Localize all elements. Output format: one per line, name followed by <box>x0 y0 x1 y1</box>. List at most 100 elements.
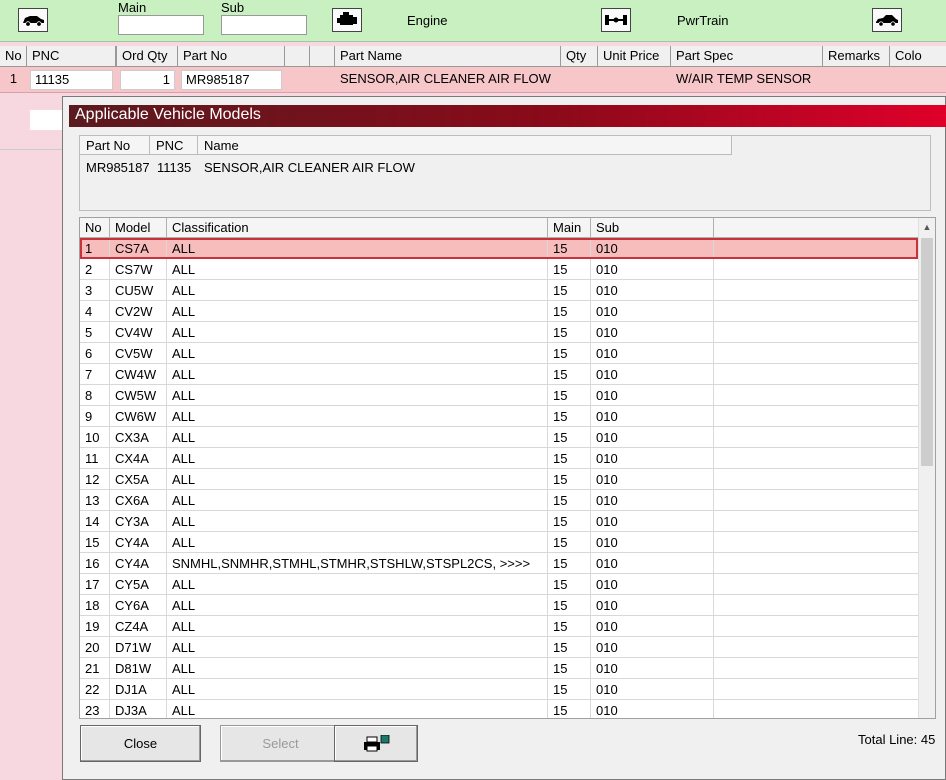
row-main: 15 <box>548 301 591 322</box>
model-row[interactable]: 13 CX6A ALL 15 010 <box>80 490 918 511</box>
row-sub: 010 <box>591 280 714 301</box>
model-row[interactable]: 2 CS7W ALL 15 010 <box>80 259 918 280</box>
row-classification: ALL <box>167 679 548 700</box>
empty-pnc-field[interactable] <box>30 110 62 130</box>
pnc-field[interactable]: 11135 <box>30 70 113 90</box>
model-row[interactable]: 8 CW5W ALL 15 010 <box>80 385 918 406</box>
col-color[interactable]: Colo <box>890 46 946 67</box>
row-sub: 010 <box>591 448 714 469</box>
col-unit-price[interactable]: Unit Price <box>598 46 671 67</box>
print-button[interactable] <box>334 725 418 762</box>
model-row[interactable]: 17 CY5A ALL 15 010 <box>80 574 918 595</box>
vertical-scrollbar[interactable]: ▲ <box>918 218 935 718</box>
car-side-icon[interactable] <box>872 8 902 32</box>
parts-grid-row[interactable]: 1 11135 1 MR985187 SENSOR,AIR CLEANER AI… <box>0 67 946 93</box>
part-spec-cell: W/AIR TEMP SENSOR <box>676 71 812 86</box>
col-part-spec[interactable]: Part Spec <box>671 46 823 67</box>
row-sub: 010 <box>591 490 714 511</box>
col-pnc[interactable]: PNC <box>27 46 116 67</box>
model-row[interactable]: 6 CV5W ALL 15 010 <box>80 343 918 364</box>
row-no: 10 <box>80 427 110 448</box>
model-row[interactable]: 22 DJ1A ALL 15 010 <box>80 679 918 700</box>
row-model: CW6W <box>110 406 167 427</box>
col-remarks[interactable]: Remarks <box>823 46 890 67</box>
select-button[interactable]: Select <box>220 725 341 762</box>
col-blank-2[interactable] <box>310 46 335 67</box>
model-row[interactable]: 3 CU5W ALL 15 010 <box>80 280 918 301</box>
col-part-name[interactable]: Part Name <box>335 46 561 67</box>
row-model: CY6A <box>110 595 167 616</box>
model-row[interactable]: 11 CX4A ALL 15 010 <box>80 448 918 469</box>
row-no: 23 <box>80 700 110 718</box>
row-model: DJ1A <box>110 679 167 700</box>
row-no: 2 <box>80 259 110 280</box>
model-row[interactable]: 21 D81W ALL 15 010 <box>80 658 918 679</box>
car-icon[interactable] <box>18 8 48 32</box>
col-sub[interactable]: Sub <box>591 218 714 238</box>
model-row[interactable]: 23 DJ3A ALL 15 010 <box>80 700 918 718</box>
col-model[interactable]: Model <box>110 218 167 238</box>
scrollbar-thumb[interactable] <box>921 238 933 466</box>
model-row[interactable]: 5 CV4W ALL 15 010 <box>80 322 918 343</box>
row-classification: ALL <box>167 259 548 280</box>
col-blank-1[interactable] <box>285 46 310 67</box>
scroll-up-icon[interactable]: ▲ <box>919 218 935 235</box>
engine-icon[interactable] <box>332 8 362 32</box>
printer-icon <box>364 734 390 751</box>
model-row[interactable]: 20 D71W ALL 15 010 <box>80 637 918 658</box>
name-value: SENSOR,AIR CLEANER AIR FLOW <box>204 160 415 175</box>
row-classification: ALL <box>167 280 548 301</box>
model-row[interactable]: 4 CV2W ALL 15 010 <box>80 301 918 322</box>
row-classification: ALL <box>167 595 548 616</box>
row-filler <box>714 448 918 469</box>
col-qty[interactable]: Qty <box>561 46 598 67</box>
row-classification: ALL <box>167 490 548 511</box>
model-row[interactable]: 1 CS7A ALL 15 010 <box>80 238 918 259</box>
model-row[interactable]: 14 CY3A ALL 15 010 <box>80 511 918 532</box>
main-input[interactable] <box>118 15 204 35</box>
row-no: 22 <box>80 679 110 700</box>
row-main: 15 <box>548 427 591 448</box>
model-row[interactable]: 15 CY4A ALL 15 010 <box>80 532 918 553</box>
row-no: 18 <box>80 595 110 616</box>
sub-input[interactable] <box>221 15 307 35</box>
col-classification[interactable]: Classification <box>167 218 548 238</box>
col-no[interactable]: No <box>0 46 27 67</box>
ord-qty-field[interactable]: 1 <box>120 70 175 90</box>
main-label: Main <box>118 0 147 15</box>
row-model: CU5W <box>110 280 167 301</box>
model-row[interactable]: 7 CW4W ALL 15 010 <box>80 364 918 385</box>
row-filler <box>714 700 918 718</box>
part-info-panel: Part No PNC Name MR985187 11135 SENSOR,A… <box>79 135 931 211</box>
axle-icon[interactable] <box>601 8 631 32</box>
model-row[interactable]: 19 CZ4A ALL 15 010 <box>80 616 918 637</box>
row-main: 15 <box>548 574 591 595</box>
col-no[interactable]: No <box>80 218 110 238</box>
row-classification: ALL <box>167 616 548 637</box>
part-no-header: Part No <box>80 136 150 155</box>
col-main[interactable]: Main <box>548 218 591 238</box>
row-main: 15 <box>548 238 591 259</box>
row-main: 15 <box>548 637 591 658</box>
row-classification: ALL <box>167 385 548 406</box>
model-row[interactable]: 18 CY6A ALL 15 010 <box>80 595 918 616</box>
part-no-field[interactable]: MR985187 <box>181 70 282 90</box>
row-model: CZ4A <box>110 616 167 637</box>
row-filler <box>714 406 918 427</box>
row-model: CY4A <box>110 532 167 553</box>
model-row[interactable]: 9 CW6W ALL 15 010 <box>80 406 918 427</box>
dialog-title: Applicable Vehicle Models <box>69 105 946 127</box>
model-row[interactable]: 16 CY4A SNMHL,SNMHR,STMHL,STMHR,STSHLW,STS… <box>80 553 918 574</box>
row-sub: 010 <box>591 469 714 490</box>
close-button[interactable]: Close <box>80 725 201 762</box>
top-toolbar: Main Sub Engine PwrTrain <box>0 0 946 42</box>
col-ord-qty[interactable]: Ord Qty <box>117 46 178 67</box>
row-no: 19 <box>80 616 110 637</box>
row-main: 15 <box>548 511 591 532</box>
model-row[interactable]: 12 CX5A ALL 15 010 <box>80 469 918 490</box>
row-model: DJ3A <box>110 700 167 718</box>
pnc-header: PNC <box>150 136 198 155</box>
col-part-no[interactable]: Part No <box>178 46 285 67</box>
row-filler <box>714 532 918 553</box>
model-row[interactable]: 10 CX3A ALL 15 010 <box>80 427 918 448</box>
